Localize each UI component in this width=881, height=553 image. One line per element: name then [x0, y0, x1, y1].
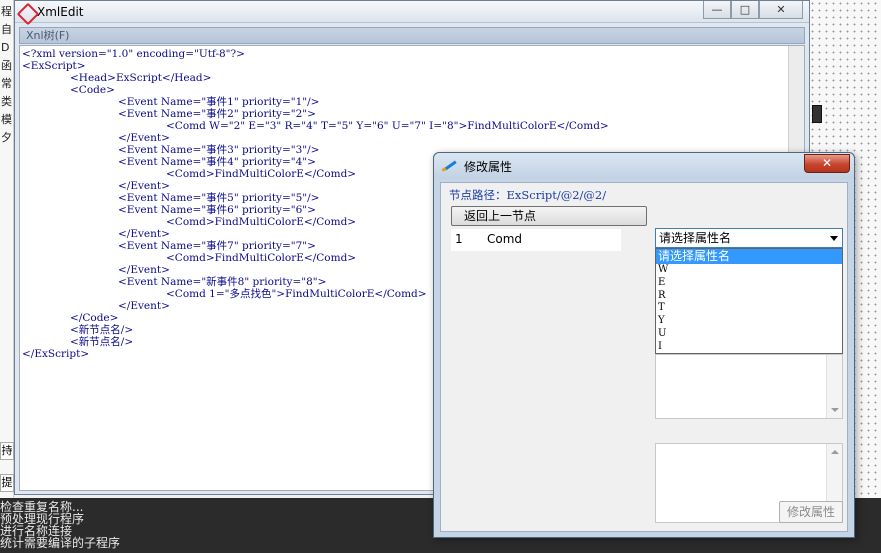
dialog-body: 节点路径：ExScript/@2/@2/ 返回上一节点 1 Comd 请选择属性… [440, 182, 848, 532]
xml-line: <Event Name="事件2" priority="2"> [118, 108, 316, 120]
bg-char: 类 [1, 95, 12, 108]
bg-char: 夕 [1, 131, 12, 144]
background-grid-marker [812, 105, 822, 123]
window-controls: — □ ✕ [703, 1, 803, 19]
xml-line: <Event Name="事件4" priority="4"> [118, 156, 316, 168]
xml-line: </Event> [118, 180, 170, 192]
xml-line: </Code> [70, 312, 119, 324]
attribute-select-value: 请选择属性名 [659, 231, 732, 245]
xml-line: <Comd W="2" E="3" R="4" T="5" Y="6" U="7… [166, 120, 609, 132]
attribute-dropdown-list: 请选择属性名 W E R T Y U I [655, 248, 843, 354]
xml-line: <新节点名/> [70, 336, 134, 348]
bg-char: 模 [1, 113, 12, 126]
xml-line: <ExScript> [22, 60, 86, 72]
xml-line: <?xml version="1.0" encoding="Utf-8"?> [22, 48, 245, 60]
xml-line: <Event Name="事件7" priority="7"> [118, 240, 316, 252]
scroll-up-icon[interactable] [831, 450, 839, 454]
dropdown-option[interactable]: R [656, 290, 842, 303]
dialog-close-button[interactable]: ✕ [804, 154, 850, 173]
bg-char: 程 [1, 5, 12, 18]
node-name: Comd [487, 232, 523, 246]
list-scrollbar[interactable] [826, 355, 842, 418]
bg-char: 常 [1, 77, 12, 90]
maximize-button[interactable]: □ [731, 1, 759, 19]
dropdown-option[interactable]: Y [656, 315, 842, 328]
dialog-title: 修改属性 [464, 159, 513, 174]
bg-char: D [1, 41, 10, 54]
xmledit-titlebar[interactable]: XmlEdit [15, 1, 809, 23]
xml-line: <Event Name="事件6" priority="6"> [118, 204, 316, 216]
xml-line: <Event Name="事件1" priority="1"/> [118, 96, 320, 108]
xml-line: </Event> [118, 132, 170, 144]
back-to-parent-button[interactable]: 返回上一节点 [451, 206, 647, 226]
modify-attribute-button[interactable]: 修改属性 [779, 501, 843, 523]
menu-xml-tree[interactable]: Xnl树(F) [19, 27, 805, 44]
list-item[interactable]: 1 Comd [451, 229, 621, 249]
xml-line: <Event Name="事件5" priority="5"/> [118, 192, 320, 204]
attribute-value-list[interactable] [655, 354, 843, 419]
dialog-titlebar[interactable]: 修改属性 [434, 153, 854, 179]
xml-line: <Code> [70, 84, 115, 96]
xml-line: </Event> [118, 300, 170, 312]
node-index: 1 [455, 232, 463, 246]
chevron-down-icon[interactable] [830, 236, 838, 241]
xml-line: <Event Name="新事件8" priority="8"> [118, 276, 327, 288]
bg-char: 函 [1, 59, 12, 72]
attribute-name-select[interactable]: 请选择属性名 [655, 228, 843, 248]
dropdown-option[interactable]: T [656, 302, 842, 315]
xml-line: </Event> [118, 264, 170, 276]
modify-attribute-dialog: 修改属性 ✕ 节点路径：ExScript/@2/@2/ 返回上一节点 1 Com… [433, 152, 855, 538]
window-title: XmlEdit [37, 4, 84, 19]
dropdown-option[interactable]: U [656, 328, 842, 341]
console-line: 统计需要编译的子程序 [0, 536, 121, 550]
xml-line: <Comd 1="多点找色">FindMultiColorE</Comd> [166, 288, 427, 300]
dropdown-option[interactable]: W [656, 264, 842, 277]
xml-line: <Head>ExScript</Head> [70, 72, 212, 84]
dropdown-option[interactable]: I [656, 341, 842, 354]
dropdown-option[interactable]: 请选择属性名 [656, 249, 842, 264]
dropdown-option[interactable]: E [656, 277, 842, 290]
xml-line: <Comd>FindMultiColorE</Comd> [166, 252, 357, 264]
xml-line: </ExScript> [22, 348, 90, 360]
node-path-label: 节点路径：ExScript/@2/@2/ [449, 188, 607, 202]
background-tab-label[interactable]: 提 [0, 474, 14, 492]
background-sidebar: 程 自 D 函 常 类 模 夕 [0, 0, 14, 553]
xml-line: <Comd>FindMultiColorE</Comd> [166, 216, 357, 228]
close-button[interactable]: ✕ [759, 1, 803, 19]
pencil-icon [442, 159, 458, 173]
bg-char: 自 [1, 23, 12, 36]
background-tab-label[interactable]: 持 [0, 442, 14, 460]
scroll-down-icon[interactable] [831, 408, 839, 412]
xml-line: <新节点名/> [70, 324, 134, 336]
minimize-button[interactable]: — [703, 1, 731, 19]
background-sidebar-text: 程 自 D 函 常 类 模 夕 [1, 3, 13, 147]
node-list: 1 Comd [451, 229, 621, 251]
app-icon [19, 5, 33, 19]
xml-line: </Event> [118, 228, 170, 240]
xml-line: <Event Name="事件3" priority="3"/> [118, 144, 320, 156]
xml-line: <Comd>FindMultiColorE</Comd> [166, 168, 357, 180]
